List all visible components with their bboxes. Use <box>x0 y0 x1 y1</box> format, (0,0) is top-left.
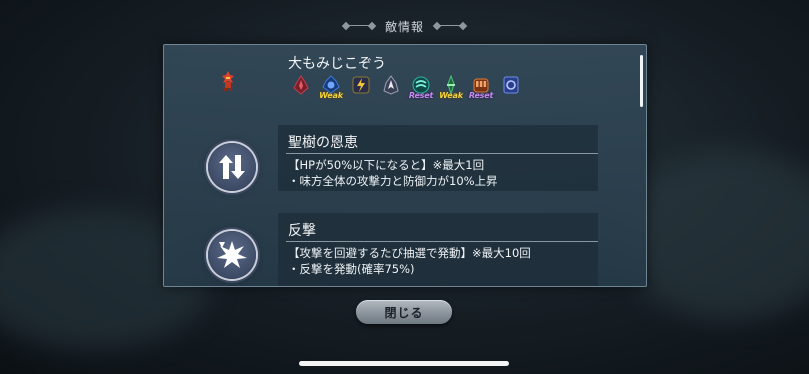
affinity-light: Weak <box>438 73 464 100</box>
skill-card-counter: 反撃 【攻撃を回避するたび抽選で発動】※最大10回 ・反撃を発動(確率75%) <box>278 213 598 286</box>
skill-condition: 【攻撃を回避するたび抽選で発動】※最大10回 <box>288 246 531 260</box>
affinity-tag: Reset <box>468 91 494 100</box>
counter-burst-icon <box>217 241 247 268</box>
affinity-sword <box>288 73 314 99</box>
skill-divider <box>286 241 598 242</box>
dialog-title: 敵情報 <box>384 19 424 34</box>
enemy-sprite-icon <box>222 71 234 91</box>
stat-arrows-icon <box>219 155 245 179</box>
affinity-fist: Reset <box>468 73 494 100</box>
skill-effect: ・味方全体の攻撃力と防御力が10%上昇 <box>288 174 498 188</box>
skill-card-holy-tree: 聖樹の恩恵 【HPが50%以下になると】※最大1回 ・味方全体の攻撃力と防御力が… <box>278 125 598 191</box>
thunder-icon <box>352 76 370 94</box>
affinity-flame <box>378 73 404 99</box>
header-ornament-right <box>432 21 468 31</box>
home-indicator[interactable] <box>299 361 509 366</box>
scrollbar[interactable] <box>640 55 643 107</box>
skill-title: 聖樹の恩恵 <box>288 135 358 151</box>
affinity-tag: Weak <box>439 91 463 100</box>
affinity-tag: Weak <box>319 91 343 100</box>
affinity-list: Weak Reset Weak Reset <box>288 73 524 100</box>
affinity-magic <box>498 73 524 99</box>
background-rock-right <box>620 150 809 320</box>
sword-icon <box>293 75 309 95</box>
enemy-info-panel[interactable]: 大もみじこぞう Weak Reset Weak Reset 聖樹の恩恵 【HPが… <box>163 44 647 287</box>
enemy-name: 大もみじこぞう <box>288 56 386 72</box>
skill-title: 反撃 <box>288 223 316 239</box>
skill-icon-counter <box>208 231 256 279</box>
dialog-header: 敵情報 <box>0 17 809 35</box>
skill-icon-holy-tree <box>208 143 256 191</box>
affinity-tag: Reset <box>408 91 434 100</box>
affinity-water: Weak <box>318 73 344 100</box>
affinity-thunder <box>348 73 374 99</box>
magic-icon <box>503 76 519 94</box>
flame-icon <box>383 75 399 95</box>
affinity-wind: Reset <box>408 73 434 100</box>
skill-effect: ・反撃を発動(確率75%) <box>288 262 415 276</box>
header-ornament-left <box>341 21 377 31</box>
skill-condition: 【HPが50%以下になると】※最大1回 <box>288 158 485 172</box>
close-button[interactable]: 閉じる <box>356 300 452 324</box>
skill-divider <box>286 153 598 154</box>
